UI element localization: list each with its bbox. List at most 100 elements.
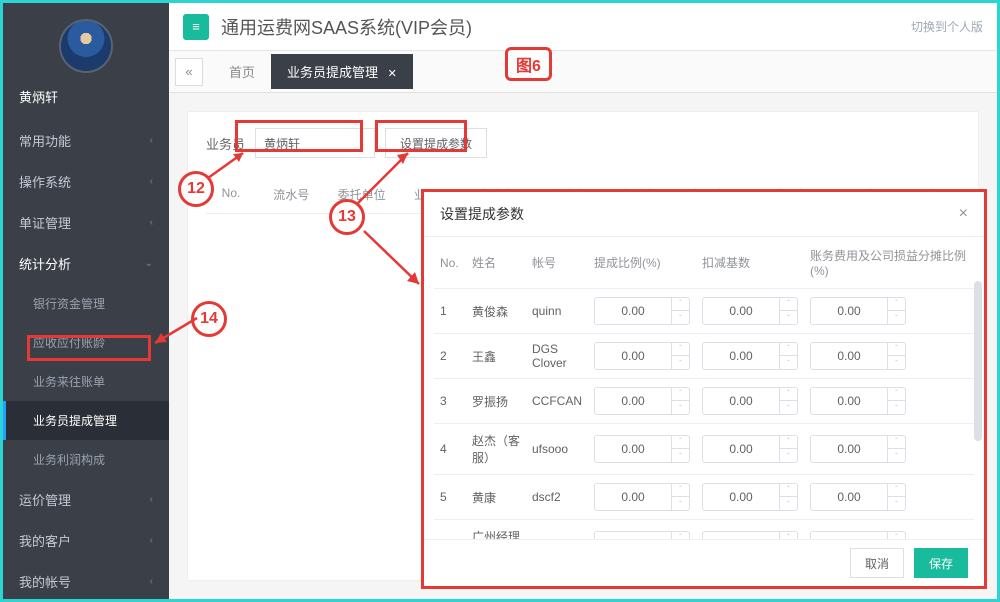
set-params-button[interactable]: 设置提成参数	[385, 128, 487, 158]
step-down-icon[interactable]: ˇ	[780, 356, 797, 370]
username: 黄炳轩	[3, 81, 169, 120]
number-input[interactable]: 0.00ˆˇ	[810, 297, 906, 325]
save-button[interactable]: 保存	[914, 548, 968, 578]
filter-row: 业务员 黄炳轩 ⌄ 设置提成参数	[206, 128, 960, 158]
number-input[interactable]: ˆˇ	[810, 531, 906, 539]
menu-common[interactable]: 常用功能‹	[3, 120, 169, 161]
sub-commission[interactable]: 业务员提成管理	[3, 401, 169, 440]
step-down-icon[interactable]: ˇ	[888, 401, 905, 415]
chevron-left-icon: ‹	[150, 494, 153, 505]
number-input[interactable]: 0.00ˆˇ	[810, 387, 906, 415]
menu-stats[interactable]: 统计分析⌄	[3, 243, 169, 284]
th-name: 姓名	[466, 237, 526, 289]
sub-profit[interactable]: 业务利润构成	[3, 440, 169, 479]
table-row: 3罗振扬CCFCAN0.00ˆˇ0.00ˆˇ0.00ˆˇ	[434, 379, 974, 424]
step-up-icon[interactable]: ˆ	[672, 387, 689, 401]
cell-name: 赵杰（客服）	[466, 424, 526, 475]
step-down-icon[interactable]: ˇ	[672, 401, 689, 415]
scrollbar[interactable]	[974, 281, 982, 441]
number-input[interactable]: 0.00ˆˇ	[810, 342, 906, 370]
step-up-icon[interactable]: ˆ	[780, 435, 797, 449]
cell-base: ˆˇ	[696, 520, 804, 540]
col-serial: 流水号	[256, 186, 326, 203]
step-down-icon[interactable]: ˇ	[888, 497, 905, 511]
step-down-icon[interactable]: ˇ	[672, 449, 689, 463]
salesperson-select[interactable]: 黄炳轩 ⌄	[255, 128, 375, 158]
step-down-icon[interactable]: ˇ	[780, 311, 797, 325]
close-icon[interactable]: ✕	[388, 68, 397, 80]
table-row: 4赵杰（客服）ufsooo0.00ˆˇ0.00ˆˇ0.00ˆˇ	[434, 424, 974, 475]
number-input[interactable]: 0.00ˆˇ	[702, 435, 798, 463]
tab-commission[interactable]: 业务员提成管理 ✕	[271, 54, 413, 89]
menu-toggle-button[interactable]: ≡	[183, 14, 209, 40]
step-up-icon[interactable]: ˆ	[888, 483, 905, 497]
th-no: No.	[434, 237, 466, 289]
sub-ledger[interactable]: 业务来往账单	[3, 362, 169, 401]
cell-share: 0.00ˆˇ	[804, 424, 974, 475]
step-up-icon[interactable]: ˆ	[672, 297, 689, 311]
step-up-icon[interactable]: ˆ	[780, 387, 797, 401]
step-down-icon[interactable]: ˇ	[672, 356, 689, 370]
step-down-icon[interactable]: ˇ	[672, 497, 689, 511]
step-down-icon[interactable]: ˇ	[780, 401, 797, 415]
number-input[interactable]: ˆˇ	[594, 531, 690, 539]
menu-ops[interactable]: 操作系统‹	[3, 161, 169, 202]
step-up-icon[interactable]: ˆ	[888, 435, 905, 449]
step-down-icon[interactable]: ˇ	[888, 311, 905, 325]
cell-acct: DISON	[526, 520, 588, 540]
step-up-icon[interactable]: ˆ	[672, 531, 689, 539]
step-up-icon[interactable]: ˆ	[888, 387, 905, 401]
system-title: 通用运费网SAAS系统(VIP会员)	[221, 14, 911, 40]
number-input[interactable]: 0.00ˆˇ	[702, 483, 798, 511]
step-up-icon[interactable]: ˆ	[780, 342, 797, 356]
cell-pct: 0.00ˆˇ	[588, 379, 696, 424]
number-input[interactable]: 0.00ˆˇ	[594, 435, 690, 463]
step-down-icon[interactable]: ˇ	[888, 449, 905, 463]
sub-bank[interactable]: 银行资金管理	[3, 284, 169, 323]
params-table: No. 姓名 帐号 提成比例(%) 扣减基数 账务费用及公司损益分摊比例(%) …	[434, 237, 974, 539]
step-up-icon[interactable]: ˆ	[888, 531, 905, 539]
number-input[interactable]: 0.00ˆˇ	[702, 342, 798, 370]
number-input[interactable]: 0.00ˆˇ	[594, 342, 690, 370]
cell-no: 3	[434, 379, 466, 424]
cell-name: 王鑫	[466, 334, 526, 379]
cell-base: 0.00ˆˇ	[696, 334, 804, 379]
tab-back-button[interactable]: «	[175, 58, 203, 86]
number-input[interactable]: 0.00ˆˇ	[594, 387, 690, 415]
step-up-icon[interactable]: ˆ	[888, 342, 905, 356]
table-row: 1黄俊森quinn0.00ˆˇ0.00ˆˇ0.00ˆˇ	[434, 289, 974, 334]
step-down-icon[interactable]: ˇ	[780, 449, 797, 463]
cell-share: 0.00ˆˇ	[804, 379, 974, 424]
step-up-icon[interactable]: ˆ	[672, 483, 689, 497]
step-down-icon[interactable]: ˇ	[888, 356, 905, 370]
cell-acct: DGS Clover	[526, 334, 588, 379]
step-up-icon[interactable]: ˆ	[780, 531, 797, 539]
cancel-button[interactable]: 取消	[850, 548, 904, 578]
menu-docs[interactable]: 单证管理‹	[3, 202, 169, 243]
step-up-icon[interactable]: ˆ	[780, 483, 797, 497]
tabs-bar: « 首页 业务员提成管理 ✕	[169, 51, 997, 93]
step-up-icon[interactable]: ˆ	[780, 297, 797, 311]
number-input[interactable]: 0.00ˆˇ	[702, 297, 798, 325]
modal-close-button[interactable]: ×	[959, 205, 968, 223]
cell-share: 0.00ˆˇ	[804, 475, 974, 520]
number-input[interactable]: 0.00ˆˇ	[810, 435, 906, 463]
menu-customer[interactable]: 我的客户‹	[3, 520, 169, 561]
step-up-icon[interactable]: ˆ	[672, 342, 689, 356]
menu-account[interactable]: 我的帐号‹	[3, 561, 169, 602]
number-input[interactable]: 0.00ˆˇ	[594, 297, 690, 325]
menu-price[interactable]: 运价管理‹	[3, 479, 169, 520]
sub-aging[interactable]: 应收应付账龄	[3, 323, 169, 362]
number-input[interactable]: 0.00ˆˇ	[810, 483, 906, 511]
number-input[interactable]: 0.00ˆˇ	[702, 387, 798, 415]
step-up-icon[interactable]: ˆ	[672, 435, 689, 449]
double-chevron-left-icon: «	[185, 64, 192, 79]
tab-home[interactable]: 首页	[213, 54, 271, 89]
switch-personal-link[interactable]: 切换到个人版	[911, 18, 983, 35]
step-down-icon[interactable]: ˇ	[780, 497, 797, 511]
number-input[interactable]: 0.00ˆˇ	[594, 483, 690, 511]
number-input[interactable]: ˆˇ	[702, 531, 798, 539]
step-up-icon[interactable]: ˆ	[888, 297, 905, 311]
step-down-icon[interactable]: ˇ	[672, 311, 689, 325]
avatar[interactable]	[59, 19, 113, 73]
